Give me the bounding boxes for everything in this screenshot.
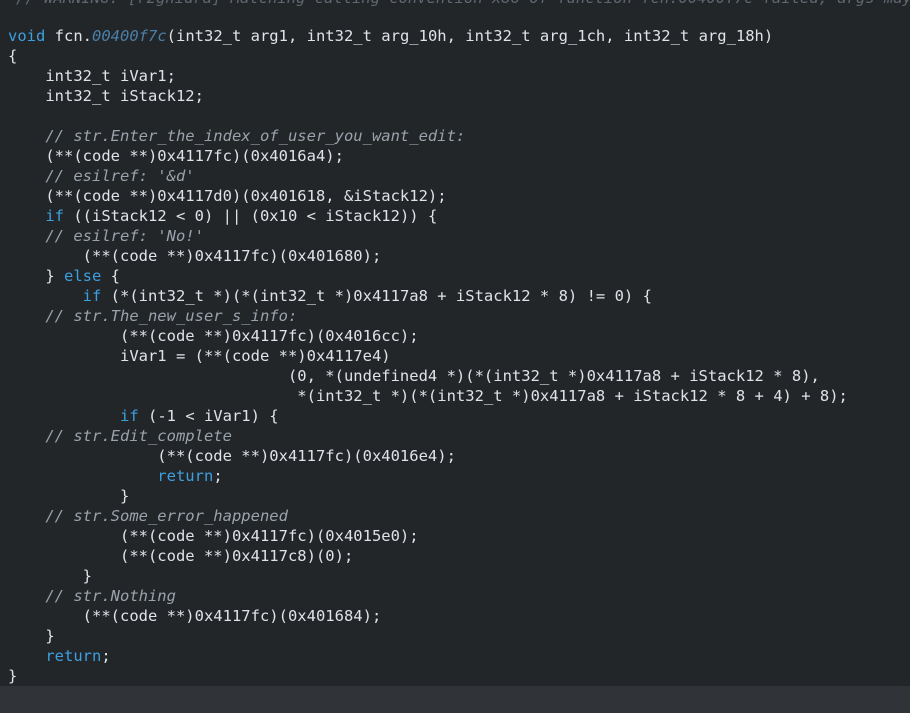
keyword-else: else <box>64 267 102 285</box>
keyword-return: return <box>8 467 214 485</box>
comment-line: // str.Some_error_happened <box>8 507 288 525</box>
code-line: iVar1 = (**(code **)0x4117e4) <box>8 347 391 365</box>
warning-comment-line: // WARNING: [r2ghidra] Matching calling … <box>8 0 910 8</box>
keyword-return: return <box>8 647 102 665</box>
code-text: (-1 < iVar1) { <box>138 407 279 425</box>
comment-line: // str.Enter_the_index_of_user_you_want_… <box>8 127 466 145</box>
code-line: if ((iStack12 < 0) || (0x10 < iStack12))… <box>0 206 910 226</box>
code-line: int32_t iVar1; <box>8 67 176 85</box>
comment-line: // esilref: 'No!' <box>8 227 204 245</box>
code-line: } else { <box>0 266 910 286</box>
code-line: if (*(int32_t *)(*(int32_t *)0x4117a8 + … <box>0 286 910 306</box>
comment-line: // str.The_new_user_s_info: <box>8 307 298 325</box>
code-line: (0, *(undefined4 *)(*(int32_t *)0x4117a8… <box>8 367 820 385</box>
code-line: (**(code **)0x4117fc)(0x4016e4); <box>8 447 456 465</box>
code-line: } <box>8 567 92 585</box>
code-text: ; <box>101 647 111 665</box>
keyword-if: if <box>8 207 64 225</box>
comment-line: // str.Edit_complete <box>8 427 232 445</box>
code-line: (**(code **)0x4117fc)(0x4015e0); <box>8 527 419 545</box>
code-area[interactable]: void fcn.00400f7c(int32_t arg1, int32_t … <box>0 26 910 686</box>
code-line: if (-1 < iVar1) { <box>0 406 910 426</box>
code-line: *(int32_t *)(*(int32_t *)0x4117a8 + iSta… <box>8 387 848 405</box>
code-line: { <box>8 47 18 65</box>
code-line: } <box>8 487 130 505</box>
code-line: (**(code **)0x4117d0)(0x401618, &iStack1… <box>8 187 447 205</box>
code-line: int32_t iStack12; <box>8 87 204 105</box>
status-bar <box>0 686 910 713</box>
code-line: (**(code **)0x4117c8)(0); <box>8 547 354 565</box>
keyword-void: void <box>8 27 46 45</box>
comment-line: // esilref: '&d' <box>8 167 195 185</box>
function-signature[interactable]: void fcn.00400f7c(int32_t arg1, int32_t … <box>0 26 910 46</box>
code-text: (*(int32_t *)(*(int32_t *)0x4117a8 + iSt… <box>101 287 652 305</box>
code-text: { <box>101 267 120 285</box>
code-line: } <box>8 627 55 645</box>
function-address-link[interactable]: 00400f7c <box>92 27 167 45</box>
code-line: (**(code **)0x4117fc)(0x401684); <box>8 607 382 625</box>
code-text: ((iStack12 < 0) || (0x10 < iStack12)) { <box>64 207 438 225</box>
code-line: (**(code **)0x4117fc)(0x4016cc); <box>8 327 419 345</box>
code-line: return; <box>0 466 910 486</box>
function-params: (int32_t arg1, int32_t arg_10h, int32_t … <box>166 27 774 45</box>
keyword-if: if <box>8 407 139 425</box>
code-line: (**(code **)0x4117fc)(0x4016a4); <box>8 147 344 165</box>
comment-line: // str.Nothing <box>8 587 176 605</box>
decompiler-view[interactable]: // WARNING: [r2ghidra] Matching calling … <box>0 0 910 713</box>
code-line: return; <box>0 646 910 666</box>
code-text: } <box>8 267 64 285</box>
keyword-if: if <box>8 287 102 305</box>
code-line: (**(code **)0x4117fc)(0x401680); <box>8 247 382 265</box>
warning-comment-partial: // WARNING: [r2ghidra] Matching calling … <box>0 0 910 9</box>
code-text: ; <box>213 467 223 485</box>
function-name: fcn. <box>54 27 92 45</box>
code-line: } <box>8 667 18 685</box>
